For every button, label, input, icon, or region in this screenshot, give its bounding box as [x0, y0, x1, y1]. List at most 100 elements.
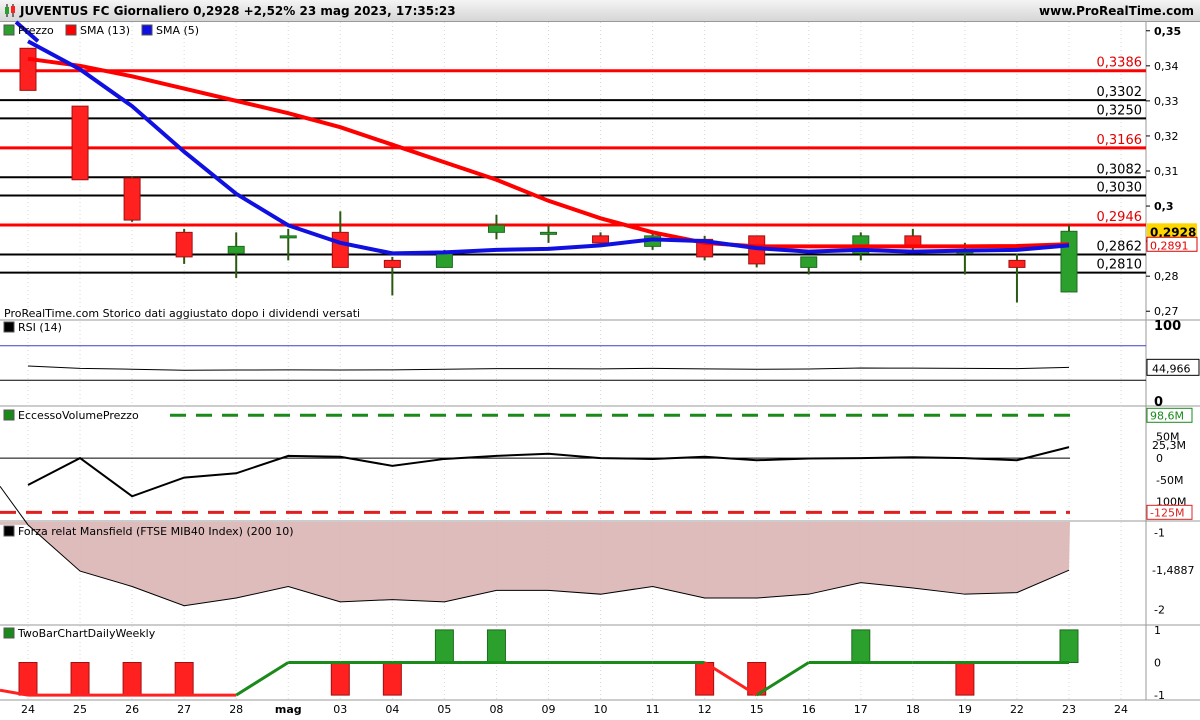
- horizontal-levels: 0,3302 0,3250 0,3082 0,3030 0,2862 0,2810 0,33…: [0, 56, 1146, 274]
- twobar-line: [235, 661, 290, 697]
- x-tick-label: 08: [489, 703, 503, 716]
- x-tick-label: 26: [125, 703, 139, 716]
- y-tick-label: 0,3: [1154, 200, 1174, 213]
- y-tick-label: 0,32: [1154, 130, 1179, 143]
- x-tick-label: 15: [750, 703, 764, 716]
- x-tick-label: 12: [698, 703, 712, 716]
- level-label: 0,3166: [1097, 133, 1143, 148]
- legend-swatch: [3, 24, 15, 36]
- x-tick-label: 11: [646, 703, 660, 716]
- y-tick-label: 0: [1154, 657, 1161, 670]
- twobar-bar: [955, 662, 975, 696]
- y-tick-label: 100: [1154, 319, 1181, 334]
- y-tick-label: 1: [1154, 624, 1161, 637]
- twobar-bar: [70, 662, 90, 696]
- legend-label: Prezzo: [18, 24, 54, 37]
- y-tick-label: 0,31: [1154, 165, 1179, 178]
- level-label: 0,3250: [1097, 103, 1143, 118]
- candle-body: [487, 224, 505, 233]
- x-tick-label: 05: [437, 703, 451, 716]
- y-tick-label: 0,34: [1154, 60, 1179, 73]
- x-tick-label: 19: [958, 703, 972, 716]
- x-tick-label: 09: [542, 703, 556, 716]
- candle-body: [540, 231, 557, 235]
- y-tick-label: 0,35: [1154, 25, 1181, 38]
- x-tick-label: 22: [1010, 703, 1024, 716]
- last-tag-label: -1,4887: [1152, 564, 1194, 577]
- x-tick-label: 23: [1062, 703, 1076, 716]
- twobar-bar: [330, 662, 350, 696]
- trading-chart[interactable]: 0,33020,32500,30820,30300,28620,28100,33…: [0, 0, 1200, 720]
- x-tick-label: 24: [21, 703, 35, 716]
- lower-tag-label: -125M: [1150, 506, 1184, 519]
- y-tick-label: 0: [1156, 452, 1163, 465]
- level-label: 0,2862: [1097, 239, 1143, 254]
- candle-body: [227, 245, 245, 254]
- candle-body: [175, 231, 193, 258]
- x-tick-label: 16: [802, 703, 816, 716]
- y-tick-label: -2: [1154, 604, 1165, 617]
- twobar-bar: [18, 662, 38, 696]
- legend-swatch: [3, 627, 15, 639]
- twobar-bar: [851, 629, 871, 663]
- legend-swatch: [65, 24, 77, 36]
- legend-label: SMA (5): [156, 24, 199, 37]
- y-tick-label: 0: [1154, 395, 1163, 410]
- candle-body: [592, 235, 610, 244]
- candle-body: [1008, 259, 1026, 268]
- candle-body: [800, 256, 818, 268]
- candle-body: [1060, 230, 1078, 293]
- legend-swatch: [3, 525, 15, 537]
- x-tick-label: 25: [73, 703, 87, 716]
- candle-body: [383, 259, 401, 268]
- candle-body: [123, 177, 141, 221]
- twobar-bar: [1059, 629, 1079, 663]
- y-tick-label: 0,27: [1154, 305, 1179, 318]
- y-tick-label: 0,33: [1154, 95, 1179, 108]
- candle-body: [71, 105, 89, 181]
- x-tick-label: 17: [854, 703, 868, 716]
- data-note: ProRealTime.com Storico dati aggiustato …: [4, 307, 360, 320]
- twobar-bar: [382, 662, 402, 696]
- x-tick-label: 03: [333, 703, 347, 716]
- level-label: 0,3030: [1097, 181, 1143, 196]
- legend-swatch: [141, 24, 153, 36]
- rsi-tag-label: 44,966: [1152, 362, 1191, 375]
- legend-label: Forza relat Mansfield (FTSE MIB40 Index)…: [18, 525, 294, 538]
- level-label: 0,3386: [1097, 56, 1143, 71]
- level-label: 0,2810: [1097, 258, 1143, 273]
- legend-label: SMA (13): [80, 24, 130, 37]
- level-label: 0,3082: [1097, 162, 1143, 177]
- x-tick-label: 27: [177, 703, 191, 716]
- twobar-bar: [174, 662, 194, 696]
- y-tick-label: -50M: [1156, 474, 1183, 487]
- candle-body: [331, 231, 349, 268]
- level-label: 0,3302: [1097, 85, 1143, 100]
- x-tick-label: 28: [229, 703, 243, 716]
- x-tick-label: 18: [906, 703, 920, 716]
- x-tick-label: 24: [1114, 703, 1128, 716]
- candle-body: [19, 47, 37, 91]
- twobar-bar: [486, 629, 506, 663]
- y-tick-label: -1: [1154, 689, 1165, 702]
- candle-body: [435, 252, 453, 268]
- legend-swatch: [3, 321, 15, 333]
- x-tick-label: 04: [385, 703, 399, 716]
- x-tick-label: mag: [275, 703, 302, 716]
- y-tick-label: 0,28: [1154, 270, 1179, 283]
- indicator-series: [0, 345, 1146, 697]
- price-series: [14, 20, 1078, 303]
- legend-label: TwoBarChartDailyWeekly: [17, 627, 156, 640]
- twobar-bar: [434, 629, 454, 663]
- sma13-tag-label: 0,2891: [1150, 239, 1189, 252]
- legend-label: EccessoVolumePrezzo: [18, 409, 139, 422]
- legend-label: RSI (14): [18, 321, 62, 334]
- y-tick-label: -1: [1154, 527, 1165, 540]
- x-tick-label: 10: [594, 703, 608, 716]
- legend-swatch: [3, 409, 15, 421]
- upper-tag-label: 98,6M: [1150, 409, 1184, 422]
- twobar-bar: [122, 662, 142, 696]
- last-tag-label: 25,3M: [1152, 439, 1186, 452]
- candle-body: [279, 235, 297, 239]
- level-label: 0,2946: [1097, 210, 1143, 225]
